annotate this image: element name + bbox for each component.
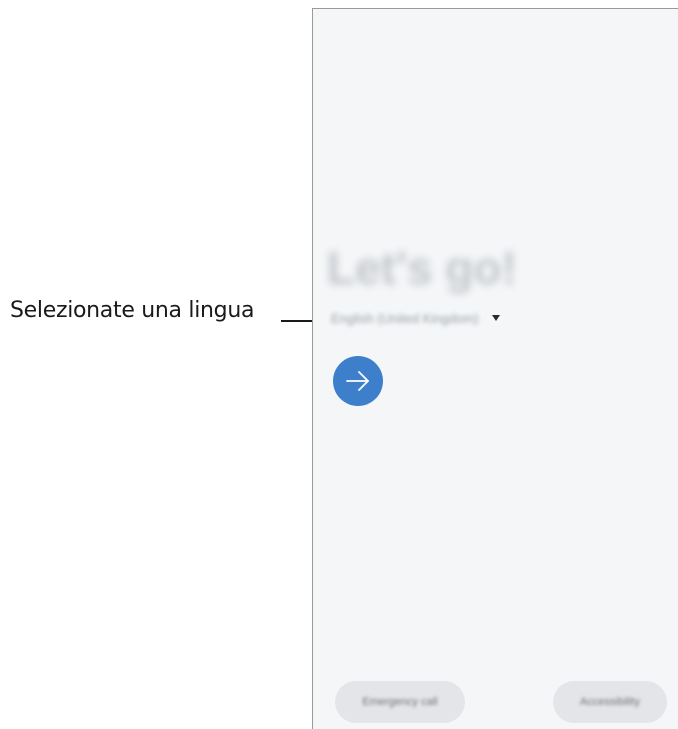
accessibility-button[interactable]: Accessibility — [553, 681, 667, 723]
welcome-title: Let's go! — [327, 242, 517, 294]
emergency-call-label: Emergency call — [362, 696, 438, 708]
phone-screen: Let's go! English (United Kingdom) Emerg… — [312, 8, 678, 729]
language-select[interactable]: English (United Kingdom) — [331, 307, 501, 329]
dropdown-triangle-icon — [492, 315, 501, 321]
next-button[interactable] — [333, 356, 383, 406]
accessibility-label: Accessibility — [580, 696, 640, 708]
emergency-call-button[interactable]: Emergency call — [335, 681, 465, 723]
arrow-right-icon — [346, 371, 369, 391]
callout-label: Selezionate una lingua — [10, 298, 255, 323]
language-value: English (United Kingdom) — [331, 310, 479, 326]
